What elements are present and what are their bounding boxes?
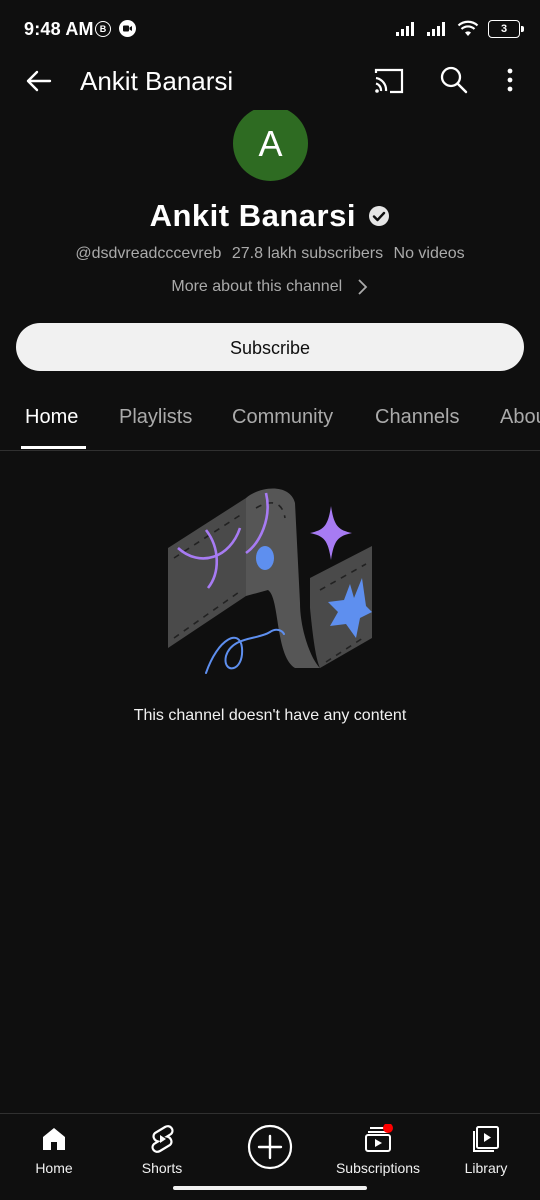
tab-community[interactable]: Community [232,406,333,429]
nav-shorts-label: Shorts [141,1160,183,1176]
tab-playlists[interactable]: Playlists [119,406,192,429]
tab-channels[interactable]: Channels [375,406,460,429]
nav-library[interactable]: Library [436,1124,536,1176]
channel-tabs: Home Playlists Community Channels About [0,392,540,451]
more-about-link[interactable]: More about this channel [0,278,540,296]
more-about-label: More about this channel [171,278,343,296]
more-vert-icon[interactable] [497,63,523,97]
nav-home-label: Home [35,1160,73,1176]
nav-library-label: Library [464,1160,508,1176]
nav-shorts[interactable]: Shorts [112,1124,212,1176]
channel-name-row: Ankit Banarsi [0,198,540,234]
home-icon [43,1128,65,1150]
gesture-home-indicator[interactable] [173,1186,367,1190]
back-arrow-icon[interactable] [22,64,56,98]
video-record-icon [119,20,136,37]
cast-icon[interactable] [372,64,406,98]
b-notification-icon: B [95,21,111,37]
signal-icon [396,22,414,36]
subscriptions-icon [365,1124,393,1152]
channel-meta: @dsdvreadcccevreb 27.8 lakh subscribers … [0,245,540,263]
library-icon [473,1126,499,1152]
create-icon[interactable] [247,1124,293,1170]
search-icon[interactable] [437,63,471,97]
active-tab-indicator [21,446,86,449]
shorts-icon [151,1125,174,1153]
channel-name: Ankit Banarsi [149,198,356,233]
battery-icon: 3 [488,20,524,38]
nav-subscriptions-label: Subscriptions [335,1160,421,1176]
app-bar: Ankit Banarsi [0,58,540,104]
tab-about[interactable]: About [500,406,540,429]
chevron-right-icon [357,279,367,295]
tab-home[interactable]: Home [25,406,78,429]
empty-state-message: This channel doesn't have any content [133,707,407,724]
channel-avatar[interactable]: A [233,110,308,181]
signal-icon-2 [427,22,445,36]
app-bar-title: Ankit Banarsi [80,66,234,96]
verified-check-icon [369,206,390,226]
nav-home[interactable]: Home [4,1124,104,1176]
subscriber-count: 27.8 lakh subscribers [231,245,384,262]
youtube-channel-page: 9:48 AM B 3 Ankit Banarsi A Ankit Banars… [0,0,540,1200]
status-indicators: 3 [395,18,524,40]
wifi-icon [457,20,479,36]
video-count: No videos [393,245,465,262]
status-bar: 9:48 AM B 3 [0,0,540,58]
status-time: 9:48 AM [24,19,94,39]
channel-handle: @dsdvreadcccevreb [75,245,222,262]
subscribe-button[interactable]: Subscribe [16,323,524,371]
nav-subscriptions[interactable]: Subscriptions [328,1124,428,1176]
empty-channel-illustration [168,488,372,674]
